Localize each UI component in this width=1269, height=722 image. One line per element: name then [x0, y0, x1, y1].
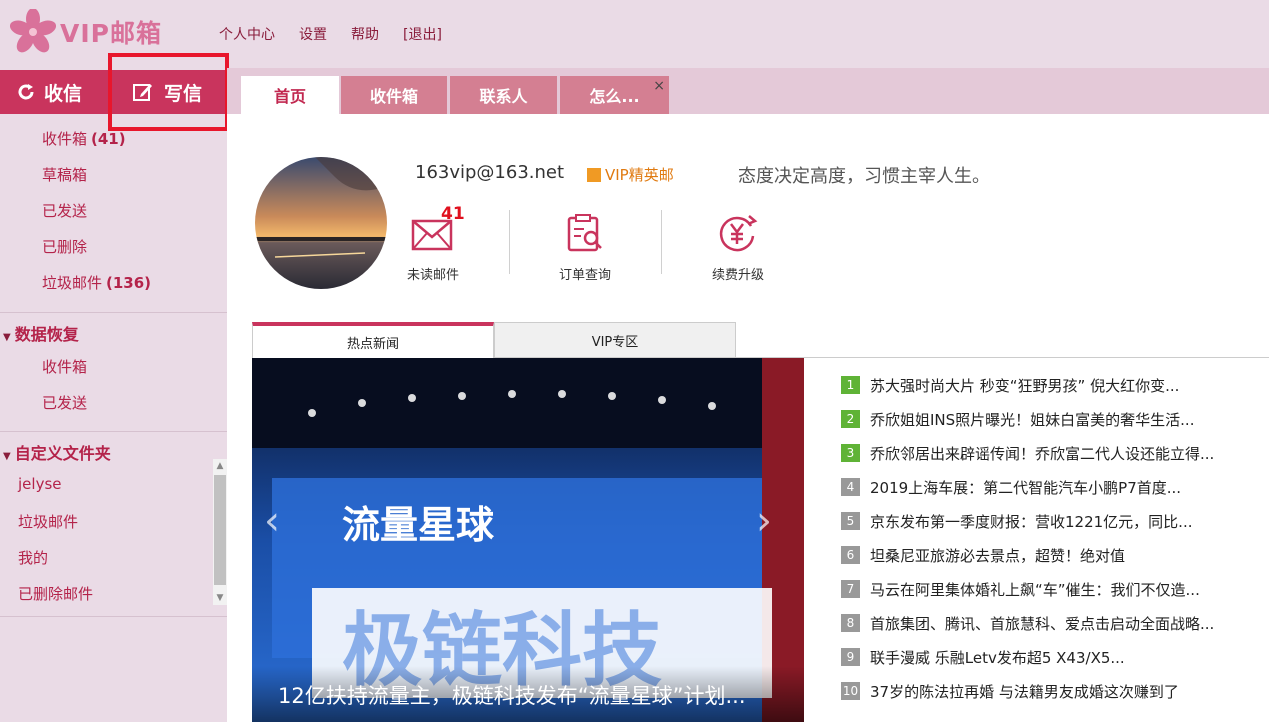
folder-spam[interactable]: 垃圾邮件 (136): [42, 272, 151, 293]
refresh-icon: [18, 84, 34, 100]
tab-vip-zone[interactable]: VIP专区: [494, 322, 736, 358]
custom-folder-jelyse[interactable]: jelyse: [18, 475, 61, 493]
custom-folder-spam[interactable]: 垃圾邮件: [18, 511, 78, 532]
quick-order-query[interactable]: 订单查询: [535, 210, 635, 283]
receive-button[interactable]: 收信: [0, 70, 108, 114]
tab-inbox[interactable]: 收件箱: [341, 76, 447, 114]
folder-inbox[interactable]: 收件箱 (41): [42, 128, 126, 149]
recovery-sent[interactable]: 已发送: [42, 392, 87, 413]
banner-caption[interactable]: 12亿扶持流量主，极链科技发布“流量星球”计划...: [252, 666, 804, 722]
list-item[interactable]: 9 联手漫威 乐融Letv发布超5 X43/X5...: [841, 646, 1125, 668]
divider: [736, 357, 1269, 358]
logo-text: VIP邮箱: [60, 19, 162, 48]
folder-drafts[interactable]: 草稿箱: [42, 164, 87, 185]
sidebar: 收信 写信 收件箱 (41) 草稿箱 已发送 已删除 垃圾邮件 (136) ▼ 数据恢…: [0, 68, 227, 722]
tab-hot-news[interactable]: 热点新闻: [252, 322, 494, 358]
scroll-up-icon[interactable]: ▲: [213, 459, 227, 473]
home-panel: 163vip@163.net VIP精英邮 态度决定高度，习惯主宰人生。 41 …: [227, 114, 1269, 722]
next-arrow-icon[interactable]: ›: [756, 498, 772, 544]
link-personal-center[interactable]: 个人中心: [219, 24, 275, 44]
prev-arrow-icon[interactable]: ‹: [264, 498, 280, 544]
vip-edit-icon: [587, 167, 601, 182]
tab-home[interactable]: 首页: [241, 76, 339, 114]
banner-text-art: 流量星球: [342, 503, 495, 547]
folder-deleted[interactable]: 已删除: [42, 236, 87, 257]
folder-sent[interactable]: 已发送: [42, 200, 87, 221]
app-header: VIP邮箱 个人中心 设置 帮助 [退出]: [0, 0, 1269, 68]
avatar[interactable]: [255, 157, 387, 289]
unread-badge: 41: [441, 204, 465, 224]
tab-how-to[interactable]: 怎么... ×: [560, 76, 669, 114]
section-custom-folders[interactable]: ▼ 自定义文件夹: [0, 440, 227, 464]
link-settings[interactable]: 设置: [299, 24, 327, 44]
compose-icon: [133, 84, 152, 101]
collapse-triangle-icon: ▼: [3, 451, 11, 462]
recovery-inbox[interactable]: 收件箱: [42, 356, 87, 377]
logo[interactable]: VIP邮箱: [10, 6, 180, 58]
divider: [0, 312, 227, 313]
list-item[interactable]: 6 坦桑尼亚旅游必去景点，超赞！绝对值: [841, 544, 1125, 566]
unread-count: (41): [91, 130, 126, 148]
news-tabs: 热点新闻 VIP专区: [252, 322, 736, 358]
tab-contacts[interactable]: 联系人: [450, 76, 557, 114]
close-icon[interactable]: ×: [653, 78, 665, 94]
list-item[interactable]: 7 马云在阿里集体婚礼上飙“车”催生：我们不仅造...: [841, 578, 1200, 600]
list-item[interactable]: 4 2019上海车展：第二代智能汽车小鹏P7首度...: [841, 476, 1181, 498]
spam-count: (136): [106, 274, 152, 292]
vip-badge[interactable]: VIP精英邮: [587, 164, 674, 185]
list-item[interactable]: 10 37岁的陈法拉再婚 与法籍男友成婚这次赚到了: [841, 680, 1179, 702]
receive-label: 收信: [44, 82, 83, 105]
sunset-avatar-image: [255, 157, 387, 289]
user-motto: 态度决定高度，习惯主宰人生。: [738, 166, 990, 187]
link-help[interactable]: 帮助: [351, 24, 379, 44]
news-banner[interactable]: 流量星球 极链科技 ‹ › 12亿扶持流量主，极链科技发布“流量星球”计划...: [252, 358, 804, 722]
tab-bar: 首页 收件箱 联系人 怎么... ×: [227, 68, 1269, 114]
compose-label: 写信: [164, 82, 203, 105]
compose-button[interactable]: 写信: [110, 70, 227, 114]
list-item[interactable]: 2 乔欣姐姐INS照片曝光！姐妹白富美的奢华生活...: [841, 408, 1194, 430]
custom-folder-deleted-mail[interactable]: 已删除邮件: [18, 583, 93, 604]
list-item[interactable]: 8 首旅集团、腾讯、首旅慧科、爱点击启动全面战略...: [841, 612, 1214, 634]
divider: [0, 431, 227, 432]
list-item[interactable]: 1 苏大强时尚大片 秒变“狂野男孩” 倪大红你变...: [841, 374, 1179, 396]
scroll-down-icon[interactable]: ▼: [213, 591, 227, 605]
top-links: 个人中心 设置 帮助 [退出]: [219, 24, 442, 44]
order-search-icon: [567, 214, 602, 252]
list-item[interactable]: 3 乔欣邻居出来辟谣传闻！乔欣富二代人设还能立得...: [841, 442, 1214, 464]
user-email: 163vip@163.net: [415, 162, 565, 183]
collapse-triangle-icon: ▼: [3, 332, 11, 343]
quick-unread-mail[interactable]: 41 未读邮件: [383, 204, 483, 283]
list-item[interactable]: 5 京东发布第一季度财报：营收1221亿元，同比...: [841, 510, 1192, 532]
sidebar-scrollbar[interactable]: ▲ ▼: [213, 459, 227, 605]
custom-folder-mine[interactable]: 我的: [18, 547, 48, 568]
divider: [0, 616, 227, 617]
divider: [509, 210, 510, 274]
scroll-thumb[interactable]: [214, 475, 226, 585]
link-logout[interactable]: [退出]: [403, 24, 442, 44]
yen-renew-icon: [719, 215, 758, 252]
quick-renew-upgrade[interactable]: 续费升级: [688, 210, 788, 283]
tab-how-to-label: 怎么...: [589, 87, 640, 106]
section-data-recovery[interactable]: ▼ 数据恢复: [0, 321, 227, 345]
flower-logo-icon: [10, 9, 56, 53]
action-buttons: 收信 写信: [0, 70, 227, 114]
divider: [661, 210, 662, 274]
